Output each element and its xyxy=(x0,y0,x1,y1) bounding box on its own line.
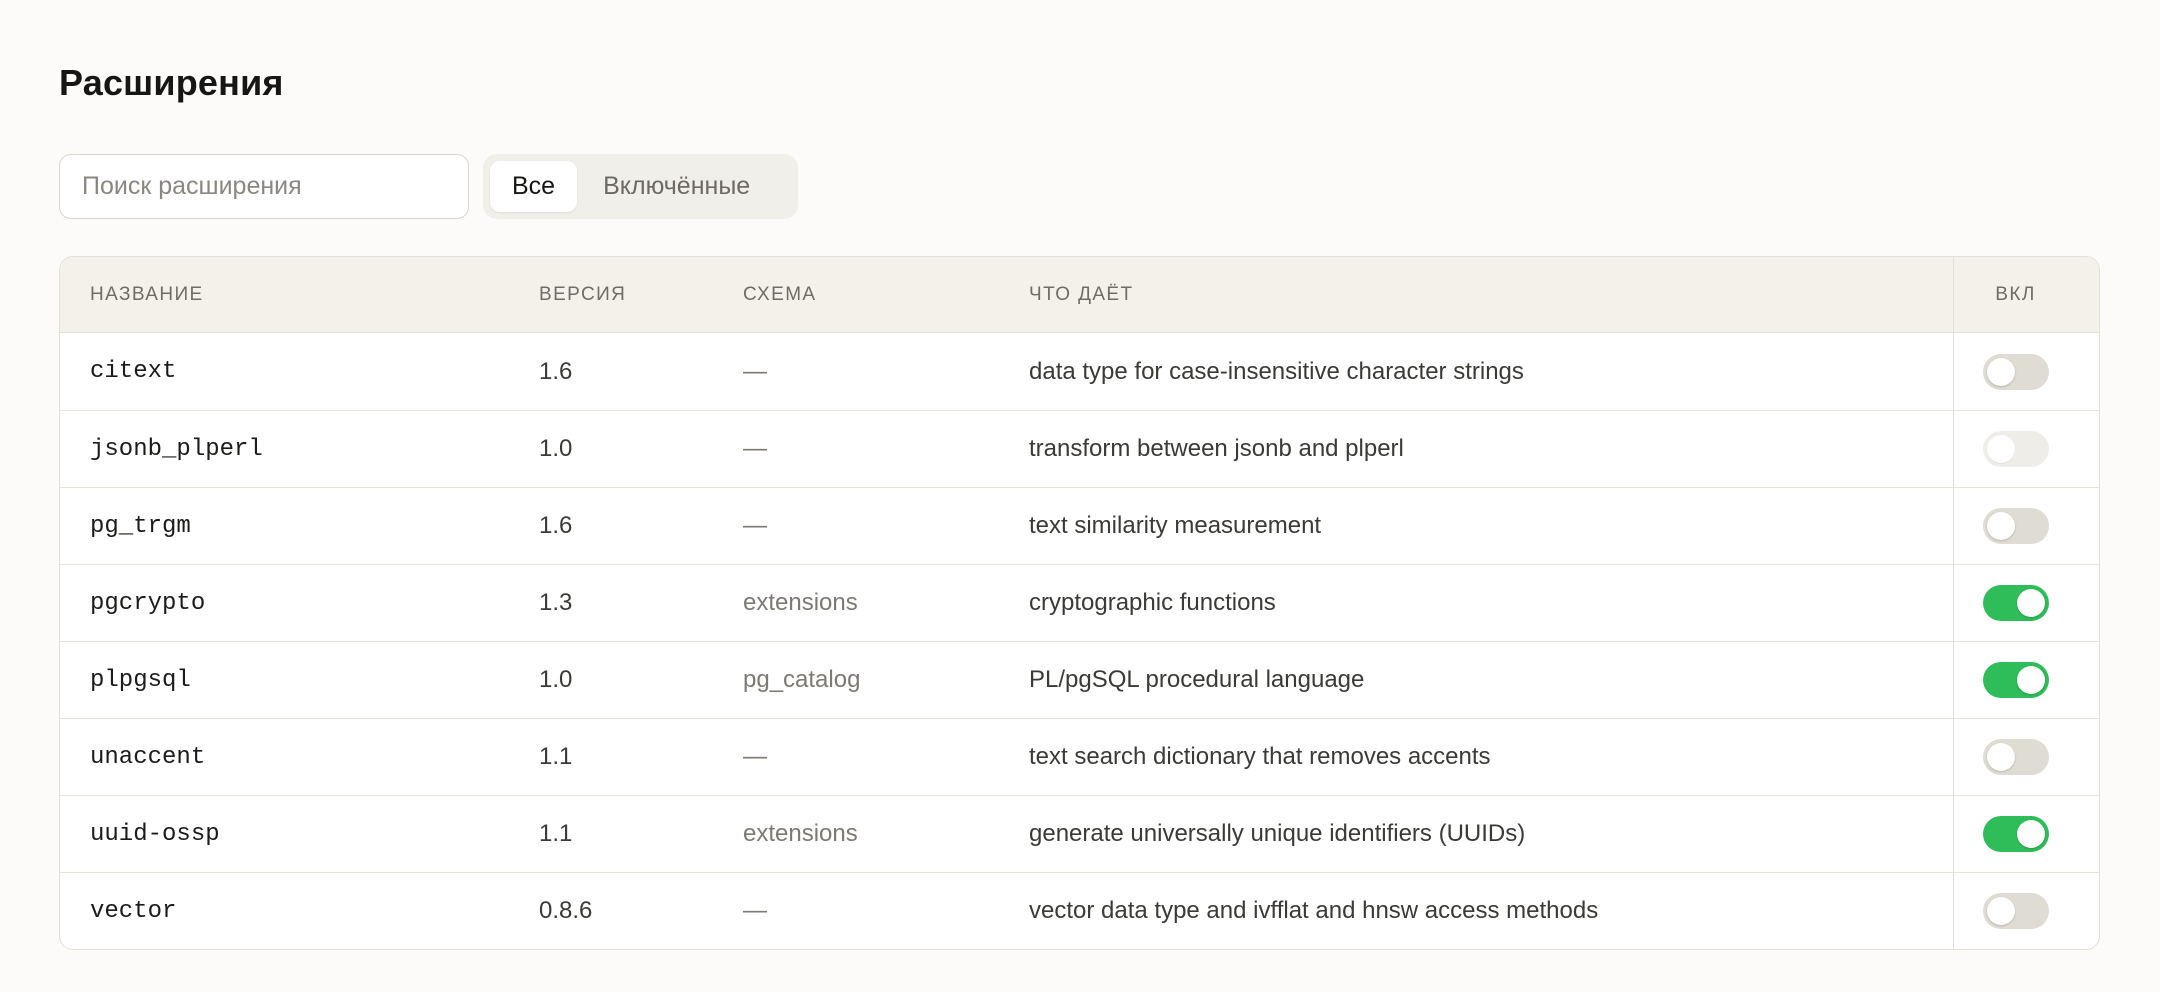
table-row: citext 1.6 — data type for case-insensit… xyxy=(60,333,2099,410)
enable-toggle[interactable] xyxy=(1982,662,2049,698)
toggle-cell xyxy=(1953,488,2077,564)
page-title: Расширения xyxy=(59,62,284,103)
toggle-cell xyxy=(1953,411,2077,487)
filter-segmented-control: Все Включённые xyxy=(483,154,798,219)
enable-toggle[interactable] xyxy=(1982,816,2049,852)
extension-schema: — xyxy=(743,435,767,462)
extension-description: data type for case-insensitive character… xyxy=(1029,357,1524,385)
table-row: jsonb_plperl 1.0 — transform between jso… xyxy=(60,410,2099,487)
table-row: unaccent 1.1 — text search dictionary th… xyxy=(60,718,2099,795)
extension-description: generate universally unique identifiers … xyxy=(1029,820,1526,847)
enable-toggle[interactable] xyxy=(1982,739,2049,775)
extension-version: 1.3 xyxy=(539,589,573,616)
extension-description: text similarity measurement xyxy=(1029,512,1322,539)
filter-all-tab[interactable]: Все xyxy=(490,161,578,212)
extension-name: unaccent xyxy=(90,743,206,771)
toggle-cell xyxy=(1953,873,2077,949)
table-row: pg_trgm 1.6 — text similarity measuremen… xyxy=(60,487,2099,564)
extensions-table: НАЗВАНИЕ ВЕРСИЯ СХЕМА ЧТО ДАЁТ ВКЛ citex… xyxy=(59,256,2100,950)
column-header-name[interactable]: НАЗВАНИЕ xyxy=(60,257,509,332)
table-row: vector 0.8.6 — vector data type and ivff… xyxy=(60,872,2099,949)
column-header-description: ЧТО ДАЁТ xyxy=(1029,283,1134,305)
filter-enabled-tab[interactable]: Включённые xyxy=(581,161,772,212)
extension-version: 1.1 xyxy=(539,743,573,770)
extension-name: citext xyxy=(90,358,177,385)
extensions-page: Расширения Все Включённые НАЗВАНИЕ ВЕРСИ… xyxy=(0,0,2160,992)
column-header-version[interactable]: ВЕРСИЯ xyxy=(509,257,713,332)
extension-description: PL/pgSQL procedural language xyxy=(1029,666,1365,693)
extension-description: transform between jsonb and plperl xyxy=(1029,435,1404,462)
table-row: uuid-ossp 1.1 extensions generate univer… xyxy=(60,795,2099,872)
extension-name: plpgsql xyxy=(90,666,191,694)
extension-version: 0.8.6 xyxy=(539,897,593,924)
table-row: plpgsql 1.0 pg_catalog PL/pgSQL procedur… xyxy=(60,641,2099,718)
extension-name: vector xyxy=(90,897,177,925)
extension-schema: pg_catalog xyxy=(743,666,861,693)
extension-schema: — xyxy=(743,897,767,924)
extension-schema: — xyxy=(743,743,767,770)
extension-description: cryptographic functions xyxy=(1029,589,1276,616)
extension-name: uuid-ossp xyxy=(90,820,220,848)
extension-version: 1.0 xyxy=(539,435,573,462)
enable-toggle[interactable] xyxy=(1982,585,2049,621)
extension-description: text search dictionary that removes acce… xyxy=(1029,743,1491,770)
extension-name: pg_trgm xyxy=(90,512,191,540)
column-header-enabled: ВКЛ xyxy=(1953,257,2077,332)
extension-schema: — xyxy=(743,357,767,385)
toggle-cell xyxy=(1953,796,2077,872)
extension-version: 1.0 xyxy=(539,666,573,693)
toggle-cell xyxy=(1953,333,2077,410)
extension-version: 1.1 xyxy=(539,820,573,847)
extension-name: jsonb_plperl xyxy=(90,435,263,463)
table-row: pgcrypto 1.3 extensions cryptographic fu… xyxy=(60,564,2099,641)
toggle-cell xyxy=(1953,565,2077,641)
enable-toggle[interactable] xyxy=(1982,353,2049,390)
extension-schema: extensions xyxy=(743,820,858,847)
enable-toggle xyxy=(1982,431,2049,467)
extension-schema: — xyxy=(743,512,767,539)
extension-schema: extensions xyxy=(743,589,858,616)
extension-description: vector data type and ivfflat and hnsw ac… xyxy=(1029,897,1599,924)
toggle-cell xyxy=(1953,719,2077,795)
enable-toggle[interactable] xyxy=(1982,508,2049,544)
table-header: НАЗВАНИЕ ВЕРСИЯ СХЕМА ЧТО ДАЁТ ВКЛ xyxy=(60,257,2099,333)
extension-version: 1.6 xyxy=(539,357,573,385)
search-input[interactable] xyxy=(59,154,469,219)
extension-version: 1.6 xyxy=(539,512,573,539)
extension-name: pgcrypto xyxy=(90,589,206,617)
column-header-schema[interactable]: СХЕМА xyxy=(713,257,999,332)
enable-toggle[interactable] xyxy=(1982,893,2049,929)
toggle-cell xyxy=(1953,642,2077,718)
